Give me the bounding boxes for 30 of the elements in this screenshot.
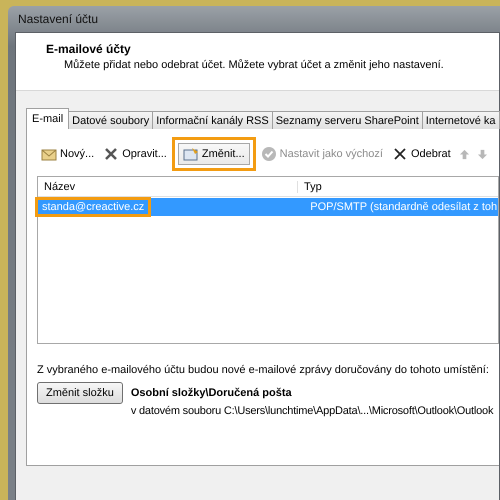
delivery-description: Z vybraného e-mailového účtu budou nové e-mailové zprávy doručovány do tohoto umístění: bbox=[37, 364, 490, 376]
section-description: Můžete přidat nebo odebrat účet. Můžete vybrat účet a změnit jeho nastavení. bbox=[63, 59, 445, 71]
toolbar-button[interactable]: Opravit... bbox=[99, 143, 171, 165]
tab[interactable]: E-mail bbox=[26, 108, 70, 129]
toolbar-button[interactable]: Změnit... bbox=[172, 137, 256, 171]
close-icon bbox=[392, 146, 408, 162]
check-circle-icon bbox=[260, 146, 277, 162]
data-file-path: v datovém souboru C:\Users\lunchtime\AppData\...\Microsoft\Outlook\Outlook bbox=[130, 405, 494, 417]
section-title: E-mailové účty bbox=[46, 42, 132, 56]
toolbar-label: Opravit... bbox=[122, 148, 167, 160]
toolbar-label: Odebrat bbox=[410, 148, 451, 160]
down-arrow-icon bbox=[476, 148, 488, 160]
account-name: standa@creactive.cz bbox=[35, 197, 152, 217]
tab[interactable]: Seznamy serveru SharePoint bbox=[272, 111, 423, 129]
toolbar-label: Nový... bbox=[60, 148, 94, 160]
up-arrow-icon bbox=[458, 148, 470, 160]
tab[interactable]: Informační kanály RSS bbox=[152, 111, 273, 129]
window-title: Nastavení účtu bbox=[18, 12, 98, 26]
toolbar-label: Nastavit jako výchozí bbox=[280, 148, 383, 160]
toolbar-button[interactable]: Nový... bbox=[37, 143, 98, 165]
card-icon bbox=[182, 146, 199, 162]
toolbar-label: Změnit... bbox=[202, 148, 245, 160]
column-header[interactable]: Typ bbox=[298, 180, 322, 192]
tab[interactable]: Datové soubory bbox=[68, 111, 154, 129]
folder-name: Osobní složky\Doručená pošta bbox=[130, 387, 293, 399]
account-type: POP/SMTP (standardně odesílat z toh bbox=[309, 201, 498, 213]
change-folder-button[interactable]: Změnit složku bbox=[37, 382, 123, 404]
tab[interactable]: Internetové ka bbox=[422, 111, 500, 129]
toolbar-button[interactable]: Odebrat bbox=[388, 143, 455, 165]
column-header[interactable]: Název bbox=[38, 180, 298, 192]
